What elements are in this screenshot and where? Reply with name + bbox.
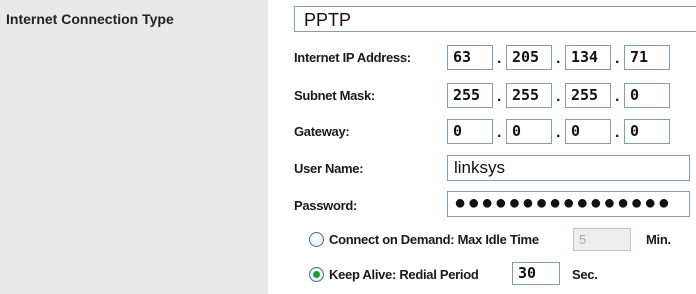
- column-divider: [268, 0, 288, 294]
- password-input[interactable]: ●●●●●●●●●●●●●●●●: [447, 191, 690, 217]
- mask-octet-1[interactable]: 255: [447, 83, 493, 108]
- ip-address-label: Internet IP Address:: [294, 50, 411, 65]
- mask-octet-2[interactable]: 255: [506, 83, 552, 108]
- gateway-octet-3[interactable]: 0: [565, 119, 611, 144]
- ip-octet-3[interactable]: 134: [565, 45, 611, 70]
- ip-dot-3: .: [615, 50, 620, 67]
- mask-dot-3: .: [615, 88, 620, 105]
- ip-octet-2[interactable]: 205: [506, 45, 552, 70]
- redial-period-unit: Sec.: [572, 267, 598, 282]
- gateway-octet-1[interactable]: 0: [447, 119, 493, 144]
- gateway-octet-2[interactable]: 0: [506, 119, 552, 144]
- gateway-dot-2: .: [556, 124, 561, 141]
- keep-alive-label: Keep Alive: Redial Period: [329, 267, 479, 282]
- ip-octet-4[interactable]: 71: [624, 45, 670, 70]
- subnet-mask-label: Subnet Mask:: [294, 88, 375, 103]
- ip-octet-1[interactable]: 63: [447, 45, 493, 70]
- gateway-dot-3: .: [615, 124, 620, 141]
- username-label: User Name:: [294, 161, 364, 176]
- keep-alive-radio[interactable]: [309, 267, 324, 282]
- ip-dot-2: .: [556, 50, 561, 67]
- connect-on-demand-radio[interactable]: [309, 232, 324, 247]
- gateway-dot-1: .: [497, 124, 502, 141]
- connect-on-demand-label: Connect on Demand: Max Idle Time: [329, 232, 539, 247]
- section-title: Internet Connection Type: [6, 11, 174, 27]
- max-idle-unit: Min.: [646, 232, 671, 247]
- password-label: Password:: [294, 198, 358, 213]
- redial-period-input[interactable]: 30: [512, 262, 560, 285]
- connection-type-select[interactable]: PPTP: [294, 6, 696, 32]
- mask-octet-3[interactable]: 255: [565, 83, 611, 108]
- username-input[interactable]: linksys: [447, 155, 690, 181]
- ip-dot-1: .: [497, 50, 502, 67]
- gateway-label: Gateway:: [294, 124, 350, 139]
- sidebar: Internet Connection Type: [0, 0, 268, 294]
- connection-type-value: PPTP: [304, 10, 352, 30]
- gateway-octet-4[interactable]: 0: [624, 119, 670, 144]
- max-idle-time-input[interactable]: 5: [573, 228, 631, 251]
- mask-octet-4[interactable]: 0: [624, 83, 670, 108]
- mask-dot-2: .: [556, 88, 561, 105]
- mask-dot-1: .: [497, 88, 502, 105]
